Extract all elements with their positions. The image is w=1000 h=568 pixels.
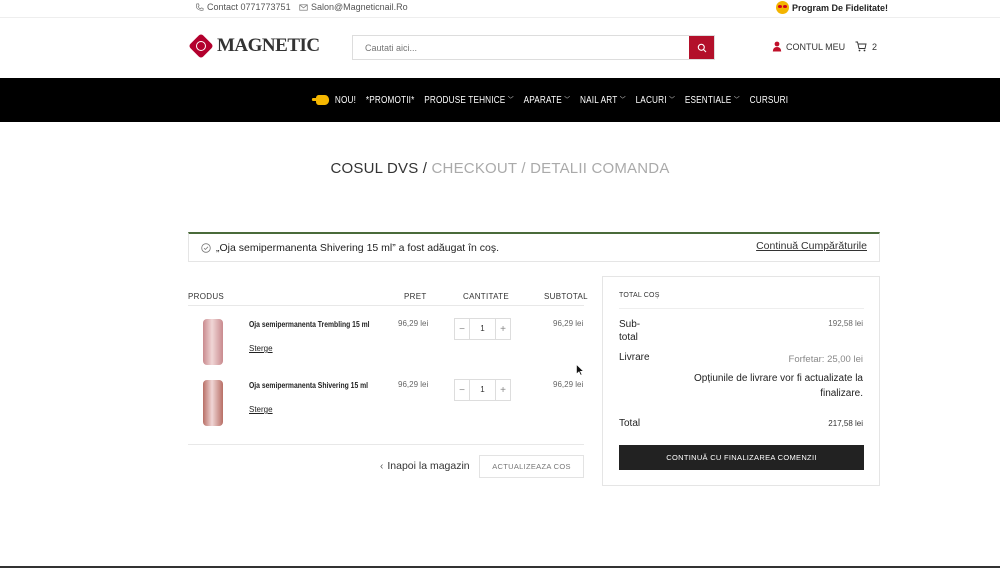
contact-link[interactable]: Contact 0771773751 <box>195 2 291 12</box>
increase-qty-button[interactable]: + <box>496 324 510 335</box>
remove-item-link[interactable]: Sterge <box>249 344 273 353</box>
nav-item-produse-tehnice[interactable]: PRODUSE TEHNICE ﹀ <box>424 95 514 106</box>
breadcrumb-rest: CHECKOUT / DETALII COMANDA <box>431 160 670 177</box>
breadcrumb-current: COSUL DVS / <box>330 160 428 177</box>
nav-item-lacuri[interactable]: LACURI ﹀ <box>636 95 675 106</box>
product-thumbnail[interactable] <box>203 319 223 365</box>
notice-message: „Oja semipermanenta Shivering 15 ml” a f… <box>216 242 500 254</box>
quantity-input[interactable]: 1 <box>469 319 496 339</box>
proceed-to-checkout-button[interactable]: CONTINUĂ CU FINALIZAREA COMENZII <box>619 445 864 470</box>
chevron-down-icon: ﹀ <box>564 97 571 104</box>
nav-item-promotii[interactable]: *PROMOTII* <box>366 95 415 106</box>
quantity-input[interactable]: 1 <box>469 380 496 400</box>
contact-text: Contact 0771773751 <box>207 2 291 12</box>
nav-item-esentiale[interactable]: ESENTIALE ﹀ <box>685 95 740 106</box>
cart-totals-panel: TOTAL COȘ Sub-total 192,58 lei Livrare F… <box>602 276 880 486</box>
nav-item-nou[interactable]: NOU! <box>311 95 356 106</box>
item-subtotal: 96,29 lei <box>553 319 584 328</box>
totals-divider <box>619 308 864 309</box>
product-name-link[interactable]: Oja semipermanenta Shivering 15 ml <box>249 381 368 390</box>
account-label: CONTUL MEU <box>786 41 846 52</box>
totals-title: TOTAL COȘ <box>619 292 660 299</box>
col-header-price: PRET <box>404 292 427 301</box>
item-price: 96,29 lei <box>398 319 429 328</box>
checkout-breadcrumb: COSUL DVS / CHECKOUT / DETALII COMANDA <box>0 160 1000 177</box>
nav-item-nail-art[interactable]: NAIL ART ﹀ <box>580 95 626 106</box>
user-icon <box>772 41 782 52</box>
item-subtotal: 96,29 lei <box>553 380 584 389</box>
heart-eyes-emoji-icon <box>776 1 789 14</box>
loyalty-link[interactable]: Program De Fidelitate! <box>776 1 888 14</box>
phone-icon <box>195 3 204 12</box>
email-link[interactable]: Salon@Magneticnail.Ro <box>299 2 408 12</box>
search-button[interactable] <box>689 36 714 59</box>
mouse-cursor-icon <box>576 363 585 381</box>
pointing-hand-icon <box>311 95 330 105</box>
col-header-product: PRODUS <box>188 292 225 301</box>
search-bar <box>352 35 715 60</box>
item-price: 96,29 lei <box>398 380 429 389</box>
quantity-stepper: − 1 + <box>454 379 511 401</box>
back-to-shop-link[interactable]: ‹ Inapoi la magazin <box>380 460 470 472</box>
search-input[interactable] <box>353 36 689 59</box>
chevron-down-icon: ﹀ <box>507 97 514 104</box>
shipping-label: Livrare <box>619 352 650 363</box>
subtotal-label: Sub-total <box>619 319 641 343</box>
col-header-quantity: CANTITATE <box>463 292 509 301</box>
continue-shopping-link[interactable]: Continuă Cumpărăturile <box>756 240 867 252</box>
product-name-link[interactable]: Oja semipermanenta Trembling 15 ml <box>249 320 370 329</box>
cart-link[interactable]: 2 <box>855 41 877 52</box>
nav-item-cursuri[interactable]: CURSURI <box>750 95 789 106</box>
table-footer-divider <box>188 444 584 445</box>
email-text: Salon@Magneticnail.Ro <box>311 2 408 12</box>
loyalty-text: Program De Fidelitate! <box>792 2 889 13</box>
cart-icon <box>855 41 867 52</box>
update-cart-button[interactable]: ACTUALIZEAZA COS <box>479 455 584 478</box>
topbar-divider <box>0 17 1000 18</box>
shipping-note: Opțiunile de livrare vor fi actualizate … <box>694 373 863 399</box>
chevron-down-icon: ﹀ <box>619 97 626 104</box>
logo-text: MAGNETIC <box>217 35 320 56</box>
nav-item-aparate[interactable]: APARATE ﹀ <box>524 95 571 106</box>
quantity-stepper: − 1 + <box>454 318 511 340</box>
added-to-cart-notice: „Oja semipermanenta Shivering 15 ml” a f… <box>188 232 880 262</box>
chevron-down-icon: ﹀ <box>733 97 740 104</box>
cart-count: 2 <box>872 41 878 52</box>
check-circle-icon <box>201 243 211 253</box>
total-label: Total <box>619 418 641 429</box>
increase-qty-button[interactable]: + <box>496 385 510 396</box>
decrease-qty-button[interactable]: − <box>455 324 469 335</box>
remove-item-link[interactable]: Sterge <box>249 405 273 414</box>
shipping-value: Forfetar: 25,00 lei <box>788 354 863 365</box>
main-nav: NOU! *PROMOTII* PRODUSE TEHNICE ﹀ APARATE… <box>0 78 1000 122</box>
table-header-divider <box>188 305 584 306</box>
total-value: 217,58 lei <box>828 419 863 428</box>
mail-icon <box>299 3 308 12</box>
logo-diamond-icon <box>188 33 214 59</box>
account-link[interactable]: CONTUL MEU <box>772 41 845 52</box>
site-logo[interactable]: MAGNETIC <box>188 33 320 59</box>
chevron-down-icon: ﹀ <box>669 97 676 104</box>
search-icon <box>697 43 706 52</box>
product-thumbnail[interactable] <box>203 380 223 426</box>
col-header-subtotal: SUBTOTAL <box>544 292 588 301</box>
top-bar: Contact 0771773751 Salon@Magneticnail.Ro… <box>0 0 1000 17</box>
subtotal-value: 192,58 lei <box>828 319 863 328</box>
chevron-left-icon: ‹ <box>380 460 384 472</box>
decrease-qty-button[interactable]: − <box>455 385 469 396</box>
